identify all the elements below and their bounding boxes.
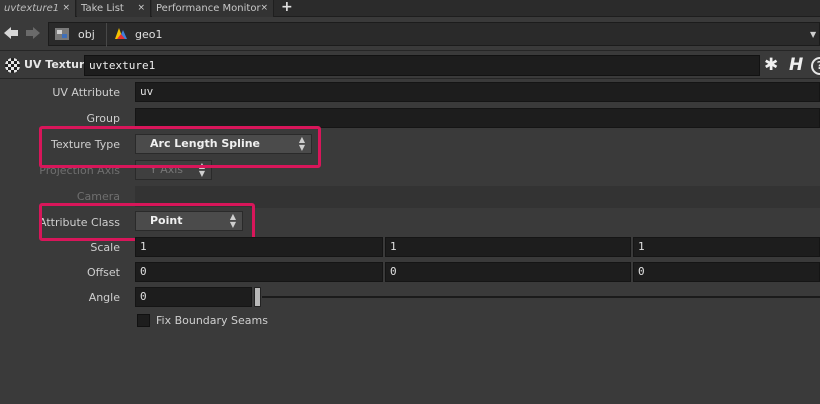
uv-attribute-label: UV Attribute [52,86,120,99]
tab-label: Performance Monitor [156,3,261,14]
add-tab-button[interactable]: + [281,0,293,15]
uv-texture-icon [5,58,20,73]
angle-slider-handle[interactable] [254,287,261,307]
help-icon[interactable]: ? [811,57,820,75]
houdini-h-icon[interactable]: H [789,55,803,75]
uv-attribute-input[interactable]: uv [135,82,820,102]
arrow-left-icon[interactable] [3,26,19,44]
offset-label: Offset [86,266,120,279]
breadcrumb-separator [99,23,107,47]
scale-label: Scale [90,241,120,254]
tab-uvtexture1[interactable]: uvtexture1 × [0,0,76,17]
scale-y-input[interactable]: 1 [385,237,631,257]
gear-icon[interactable]: ✱ [764,55,778,75]
camera-label: Camera [76,190,120,203]
angle-slider-track[interactable] [262,296,820,298]
chevron-down-icon[interactable]: ▼ [810,30,816,39]
breadcrumb-geo1[interactable]: geo1 [135,26,162,44]
close-icon[interactable]: × [62,0,70,17]
tab-label: Take List [81,3,124,14]
angle-label: Angle [88,291,120,304]
close-icon[interactable]: × [137,0,145,17]
fix-boundary-seams-checkbox[interactable] [137,314,150,327]
offset-x-input[interactable]: 0 [135,262,383,282]
group-label: Group [86,112,121,125]
arrow-right-icon[interactable] [25,26,41,44]
angle-input[interactable]: 0 [135,287,252,307]
group-input[interactable] [135,108,820,128]
offset-z-input[interactable]: 0 [633,262,820,282]
geometry-node-icon [113,26,129,42]
texture-type-highlight [39,126,321,168]
offset-y-input[interactable]: 0 [385,262,631,282]
scale-x-input[interactable]: 1 [135,237,383,257]
close-icon[interactable]: × [260,0,268,17]
tab-performance-monitor[interactable]: Performance Monitor × [152,0,274,17]
attribute-class-highlight [39,203,255,241]
fix-boundary-seams-label: Fix Boundary Seams [156,314,268,327]
node-type-label: UV Texture [24,58,92,71]
tab-bar: uvtexture1 × Take List × Performance Mon… [0,0,820,17]
obj-network-icon [54,26,70,42]
tab-take-list[interactable]: Take List × [77,0,151,17]
breadcrumb-obj[interactable]: obj [78,26,95,44]
node-name-field[interactable]: uvtexture1 [84,55,760,76]
scale-z-input[interactable]: 1 [633,237,820,257]
node-header: UV Texture uvtexture1 ✱ H ? [0,53,820,79]
breadcrumb: obj geo1 [48,22,820,47]
tab-label: uvtexture1 [4,3,60,14]
path-bar: obj geo1 ▼ [0,18,820,51]
